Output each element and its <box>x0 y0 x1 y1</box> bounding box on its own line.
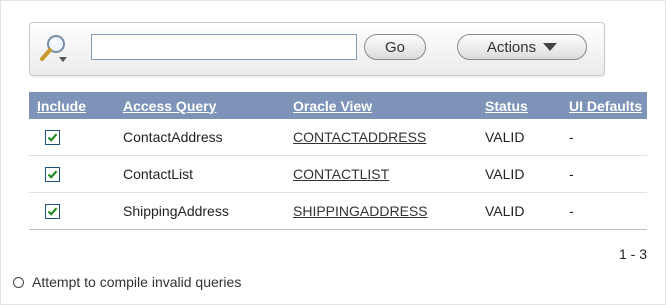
include-cell <box>29 119 115 156</box>
oracle-view-cell: CONTACTLIST <box>285 155 477 193</box>
search-input[interactable] <box>91 34 357 60</box>
ui-defaults-cell: - <box>561 119 647 156</box>
table-row: ShippingAddress SHIPPINGADDRESS VALID - <box>29 192 647 230</box>
compile-invalid-option[interactable]: Attempt to compile invalid queries <box>13 274 241 290</box>
access-query-cell: ContactAddress <box>115 119 285 156</box>
search-magnifier-icon[interactable] <box>39 33 75 65</box>
column-header-oracle-view[interactable]: Oracle View <box>285 92 477 119</box>
include-cell <box>29 155 115 193</box>
search-toolbar: Go Actions <box>29 22 605 76</box>
oracle-view-link[interactable]: SHIPPINGADDRESS <box>293 203 428 219</box>
include-checkbox[interactable] <box>45 167 60 183</box>
ui-defaults-cell: - <box>561 155 647 193</box>
column-header-status[interactable]: Status <box>477 92 561 119</box>
include-checkbox[interactable] <box>45 130 60 146</box>
compile-invalid-label: Attempt to compile invalid queries <box>32 274 242 290</box>
include-checkbox[interactable] <box>45 204 60 220</box>
include-cell <box>29 192 115 230</box>
chevron-down-icon <box>543 43 558 51</box>
status-cell: VALID <box>477 192 561 230</box>
status-cell: VALID <box>477 119 561 156</box>
actions-button-label: Actions <box>486 38 537 56</box>
access-queries-table: Include Access Query Oracle View Status … <box>29 92 647 230</box>
actions-menu-button[interactable]: Actions <box>457 34 587 60</box>
go-button[interactable]: Go <box>364 34 426 60</box>
table-row: ContactList CONTACTLIST VALID - <box>29 155 647 193</box>
oracle-view-cell: CONTACTADDRESS <box>285 119 477 156</box>
access-query-cell: ShippingAddress <box>115 192 285 230</box>
column-header-ui-defaults[interactable]: UI Defaults <box>561 92 647 119</box>
ui-defaults-cell: - <box>561 192 647 230</box>
column-header-access-query[interactable]: Access Query <box>115 92 285 119</box>
page-frame: Go Actions Include Access Query Oracle V… <box>0 0 666 305</box>
oracle-view-link[interactable]: CONTACTLIST <box>293 166 389 182</box>
oracle-view-cell: SHIPPINGADDRESS <box>285 192 477 230</box>
pagination-range: 1 - 3 <box>618 246 647 262</box>
status-cell: VALID <box>477 155 561 193</box>
table-row: ContactAddress CONTACTADDRESS VALID - <box>29 119 647 156</box>
column-header-include[interactable]: Include <box>29 92 115 119</box>
compile-invalid-radio[interactable] <box>13 276 24 288</box>
oracle-view-link[interactable]: CONTACTADDRESS <box>293 129 426 145</box>
table-header-row: Include Access Query Oracle View Status … <box>29 92 647 119</box>
go-button-label: Go <box>384 38 405 56</box>
access-query-cell: ContactList <box>115 155 285 193</box>
